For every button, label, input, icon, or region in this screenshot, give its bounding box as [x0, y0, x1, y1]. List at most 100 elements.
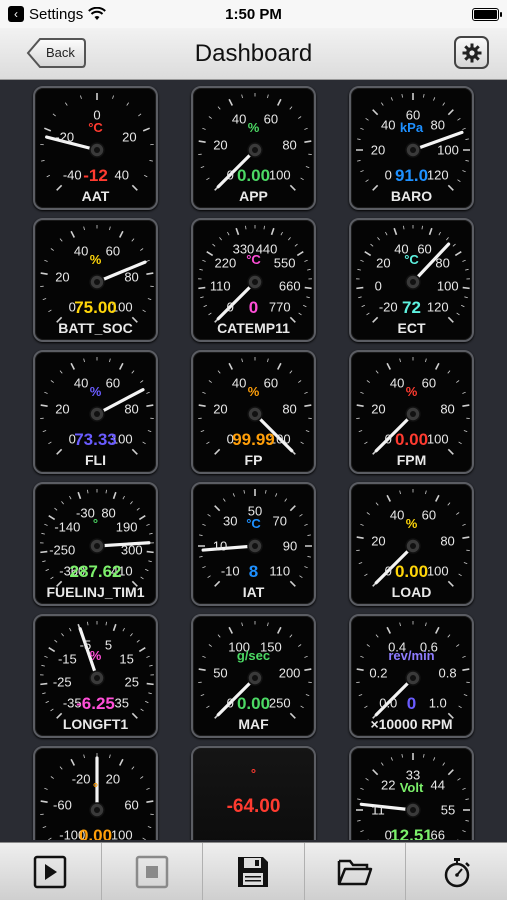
minor-tick: [447, 634, 451, 638]
stopwatch-icon: [444, 857, 470, 887]
back-button[interactable]: Back: [26, 37, 87, 69]
tick-label: 0: [374, 278, 382, 294]
major-tick: [276, 626, 282, 634]
minor-tick: [208, 116, 212, 119]
minor-tick: [69, 495, 72, 500]
minor-tick: [138, 113, 142, 117]
tick-label: 80: [440, 401, 455, 417]
tick-label: 200: [278, 665, 301, 681]
tick-label: 25: [124, 674, 139, 690]
gauge-unlabeled-15[interactable]: -100 -60 -20 20 60 100 ° 0.00: [33, 746, 158, 840]
gauge-catemp11[interactable]: 0 110 220 330 440 550 660 770 °C 0 CATEMP11: [191, 218, 316, 342]
tick-label: 90: [282, 538, 298, 554]
major-tick: [40, 682, 48, 686]
gauge-value: -64.00: [226, 796, 281, 817]
gauge-fuelinj-tim1[interactable]: -360 -250 -140 -30 80 190 300 410 ° 287.62 FUELINJ…: [33, 482, 158, 606]
major-tick: [356, 404, 364, 407]
gauge-label: AAT: [81, 188, 110, 204]
needle-hub-center: [94, 807, 100, 813]
minor-tick: [199, 268, 203, 271]
gauge-value: 12.51: [390, 826, 433, 840]
gauge-aat[interactable]: -40 -20 0 20 40 °C -12 AAT: [33, 86, 158, 210]
minor-tick: [401, 94, 403, 98]
gauge-label: LOAD: [391, 584, 432, 600]
minor-tick: [59, 766, 63, 770]
gear-icon: [462, 43, 481, 62]
major-tick: [118, 758, 124, 766]
major-tick: [386, 494, 392, 502]
needle-hub-center: [410, 675, 416, 681]
major-tick: [372, 769, 379, 776]
minor-tick: [217, 634, 221, 638]
gauge-baro[interactable]: 0 20 40 60 80 100 120 kPa 91.0 BARO: [349, 86, 474, 210]
gauge-load[interactable]: 0 20 40 60 80 100% 0.00 LOAD: [349, 482, 474, 606]
gauge-value: 72: [402, 298, 421, 317]
needle-hub-center: [94, 543, 100, 549]
minor-tick: [307, 556, 311, 558]
gauge-value: 0.00: [78, 826, 113, 840]
minor-tick: [131, 370, 135, 374]
minor-tick: [227, 231, 230, 236]
major-tick: [289, 505, 296, 512]
major-tick: [77, 491, 82, 500]
gauge-unit: °: [92, 516, 99, 531]
save-button[interactable]: [203, 843, 305, 900]
gauge-maf[interactable]: 0 50 100 150 200 250 g/sec 0.00 MAF: [191, 614, 316, 738]
gauge--10000-rpm[interactable]: 0.0 0.2 0.4 0.6 0.8 1.0 rev/min 0 ×10000 RPM: [349, 614, 474, 738]
gauge-unit: %: [247, 384, 260, 399]
minor-tick: [109, 358, 111, 363]
minor-tick: [136, 639, 140, 643]
gauge-unit: °C: [246, 252, 261, 267]
gauge-unit: °: [92, 780, 99, 795]
minor-tick: [456, 644, 460, 647]
major-tick: [118, 362, 124, 370]
gauge-fp[interactable]: 0 20 40 60 80 100% 99.99 FP: [191, 350, 316, 474]
gauge-fpm[interactable]: 0 20 40 60 80 100% 0.00 FPM: [349, 350, 474, 474]
gauge-app[interactable]: 0 20 40 60 80 100% 0.00 APP: [191, 86, 316, 210]
minor-tick: [375, 502, 379, 506]
tick-label: 20: [55, 269, 70, 285]
gauge-unlabeled-17[interactable]: 0 11 22 33 44 55 66 Volt 12.51: [349, 746, 474, 840]
gauge-batt-soc[interactable]: 0 20 40 60 80 100% 75.00 BATT_SOC: [33, 218, 158, 342]
minor-tick: [140, 380, 144, 383]
minor-tick: [465, 798, 469, 800]
gauge-unit: %: [89, 648, 102, 663]
stopwatch-button[interactable]: [406, 843, 507, 900]
major-tick: [462, 286, 470, 290]
minor-tick: [50, 380, 54, 383]
major-tick: [386, 362, 392, 370]
gauge-unlabeled-16[interactable]: ° -64.00: [191, 746, 316, 840]
tick-label: 20: [213, 401, 228, 417]
minor-tick: [61, 633, 64, 637]
back-to-app-label[interactable]: Settings: [29, 6, 83, 23]
minor-tick: [83, 226, 85, 231]
back-to-app-icon[interactable]: ‹: [8, 6, 24, 22]
gauge-value: -6.25: [76, 694, 115, 713]
needle-hub-center: [410, 543, 416, 549]
gauge-fli[interactable]: 0 20 40 60 80 100% 73.33 FLI: [33, 350, 158, 474]
minor-tick: [399, 622, 401, 627]
major-tick: [228, 362, 234, 370]
minor-tick: [105, 621, 107, 626]
gauge-iat[interactable]: -10 10 30 50 70 90 110 °C 8 IAT: [191, 482, 316, 606]
stop-icon: [135, 855, 169, 888]
minor-tick: [452, 243, 456, 247]
minor-tick: [130, 633, 133, 637]
settings-button[interactable]: [454, 36, 489, 69]
needle-hub-center: [94, 411, 100, 417]
stop-button[interactable]: [102, 843, 204, 900]
major-tick: [447, 109, 454, 116]
status-bar: ‹ Settings 1:50 PM: [0, 0, 507, 28]
gauge-value: 99.99: [232, 430, 275, 449]
play-button[interactable]: [0, 843, 102, 900]
open-folder-button[interactable]: [305, 843, 407, 900]
gauge-label: FP: [244, 452, 263, 468]
gauge-unit: %: [89, 252, 102, 267]
minor-tick: [208, 380, 212, 383]
minor-tick: [241, 358, 243, 363]
gauge-ect[interactable]: -20 0 20 40 60 80 100 120 °C 72 ECT: [349, 218, 474, 342]
gauge-longft1[interactable]: -35 -25 -15 -5 5 15 25 35% -6.25 LONGFT1: [33, 614, 158, 738]
minor-tick: [54, 639, 58, 643]
folder-icon: [337, 859, 373, 885]
gauge-label: ×10000 RPM: [370, 716, 453, 732]
